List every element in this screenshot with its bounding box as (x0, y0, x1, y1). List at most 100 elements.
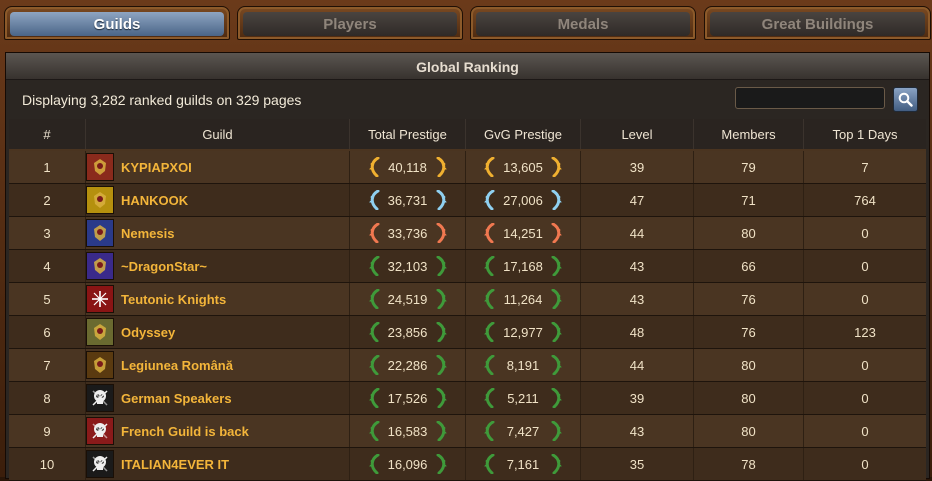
guild-name-link[interactable]: French Guild is back (121, 424, 249, 439)
laurel-left-icon (369, 355, 379, 375)
guild-name-link[interactable]: Nemesis (121, 226, 174, 241)
table-row[interactable]: 8 German Speakers 17,526 5,211 39 80 0 (9, 382, 926, 415)
table-row[interactable]: 4 ~DragonStar~ 32,103 17,168 43 66 0 (9, 250, 926, 283)
gvg-prestige-value: 5,211 (507, 390, 539, 406)
guild-search-input[interactable] (735, 87, 885, 109)
table-row[interactable]: 2 HANKOOK 36,731 27,006 47 71 764 (9, 184, 926, 217)
laurel-left-icon (484, 355, 495, 375)
guild-name-link[interactable]: Legiunea Română (121, 358, 233, 373)
members-cell: 80 (694, 217, 804, 249)
col-total-prestige-header[interactable]: Total Prestige (350, 119, 466, 149)
total-prestige-value: 17,526 (387, 390, 428, 406)
gvg-prestige-value: 13,605 (503, 159, 543, 175)
eagle-icon (94, 357, 106, 373)
laurel-right-icon (551, 388, 562, 408)
laurel-right-icon (436, 223, 446, 243)
col-guild-header[interactable]: Guild (86, 119, 350, 149)
total-prestige-value: 16,096 (387, 456, 428, 472)
guild-name-link[interactable]: German Speakers (121, 391, 232, 406)
guild-name-link[interactable]: ~DragonStar~ (121, 259, 207, 274)
total-prestige-cell: 22,286 (350, 349, 466, 381)
guild-cell: Odyssey (86, 316, 350, 348)
level-cell: 44 (581, 217, 694, 249)
laurel-right-icon (551, 421, 562, 441)
level-cell: 43 (581, 415, 694, 447)
col-level-header[interactable]: Level (581, 119, 694, 149)
table-row[interactable]: 5 Teutonic Knights 24,519 11,264 43 76 0 (9, 283, 926, 316)
members-cell: 80 (694, 415, 804, 447)
tab-great-buildings-label: Great Buildings (710, 12, 925, 36)
window-frame: Guilds Players Medals Great Buildings Gl… (0, 0, 932, 481)
laurel-left-icon (484, 190, 495, 210)
search-button[interactable] (893, 87, 918, 112)
guild-emblem (86, 318, 114, 346)
table-row[interactable]: 10 ITALIAN4EVER IT 16,096 7,161 35 78 0 (9, 448, 926, 481)
guild-cell: French Guild is back (86, 415, 350, 447)
table-header: # Guild Total Prestige GvG Prestige Leve… (9, 119, 926, 151)
laurel-right-icon (551, 322, 562, 342)
members-cell: 71 (694, 184, 804, 216)
guild-cell: Nemesis (86, 217, 350, 249)
gvg-prestige-cell: 7,427 (466, 415, 581, 447)
guild-emblem (86, 252, 114, 280)
rank-cell: 2 (9, 184, 86, 216)
top1-days-cell: 0 (861, 291, 869, 307)
laurel-right-icon (551, 355, 562, 375)
members-cell: 76 (694, 316, 804, 348)
laurel-left-icon (369, 157, 379, 177)
gvg-prestige-value: 14,251 (503, 225, 543, 241)
laurel-left-icon (484, 223, 495, 243)
tab-guilds[interactable]: Guilds (4, 6, 230, 40)
tab-medals[interactable]: Medals (470, 6, 696, 40)
table-row[interactable]: 9 French Guild is back 16,583 7,427 43 80 0 (9, 415, 926, 448)
col-gvg-prestige-header[interactable]: GvG Prestige (466, 119, 581, 149)
top1-days-cell: 0 (861, 390, 869, 406)
table-row[interactable]: 7 Legiunea Română 22,286 8,191 44 80 0 (9, 349, 926, 382)
table-row[interactable]: 1 KYPIAPXOI 40,118 13,605 39 79 7 (9, 151, 926, 184)
gvg-prestige-cell: 13,605 (466, 151, 581, 183)
guild-emblem (86, 219, 114, 247)
guild-name-link[interactable]: Teutonic Knights (121, 292, 226, 307)
rank-cell: 5 (9, 283, 86, 315)
table-row[interactable]: 3 Nemesis 33,736 14,251 44 80 0 (9, 217, 926, 250)
total-prestige-value: 23,856 (387, 324, 428, 340)
total-prestige-value: 32,103 (387, 258, 428, 274)
laurel-left-icon (369, 256, 379, 276)
level-cell: 39 (581, 382, 694, 414)
tab-bar: Guilds Players Medals Great Buildings (4, 3, 931, 41)
laurel-left-icon (369, 388, 379, 408)
level-cell: 48 (581, 316, 694, 348)
cross-icon (92, 291, 108, 307)
top1-days-cell: 7 (861, 159, 869, 175)
dragon-icon (94, 258, 106, 274)
col-top1-days-header[interactable]: Top 1 Days (804, 119, 926, 149)
laurel-right-icon (436, 190, 446, 210)
tab-great-buildings[interactable]: Great Buildings (704, 6, 931, 40)
skull-icon (92, 423, 108, 439)
level-cell: 44 (581, 349, 694, 381)
tab-players[interactable]: Players (237, 6, 463, 40)
skull-icon (92, 390, 108, 406)
laurel-left-icon (484, 157, 495, 177)
guild-name-link[interactable]: ITALIAN4EVER IT (121, 457, 229, 472)
guild-emblem (86, 153, 114, 181)
members-cell: 76 (694, 283, 804, 315)
table-row[interactable]: 6 Odyssey 23,856 12,977 48 76 123 (9, 316, 926, 349)
guild-emblem (86, 417, 114, 445)
guild-name-link[interactable]: Odyssey (121, 325, 175, 340)
gvg-prestige-value: 7,161 (506, 456, 540, 472)
beast-icon (94, 192, 106, 208)
laurel-right-icon (436, 289, 446, 309)
guild-name-link[interactable]: KYPIAPXOI (121, 160, 192, 175)
guild-name-link[interactable]: HANKOOK (121, 193, 188, 208)
laurel-right-icon (436, 388, 446, 408)
guild-cell: ITALIAN4EVER IT (86, 448, 350, 480)
laurel-left-icon (484, 322, 495, 342)
col-rank-header[interactable]: # (9, 119, 86, 149)
col-members-header[interactable]: Members (694, 119, 804, 149)
gvg-prestige-cell: 8,191 (466, 349, 581, 381)
skull-icon (92, 456, 108, 472)
top1-days-cell: 0 (861, 258, 869, 274)
guild-emblem (86, 351, 114, 379)
top1-days-cell: 0 (861, 225, 869, 241)
